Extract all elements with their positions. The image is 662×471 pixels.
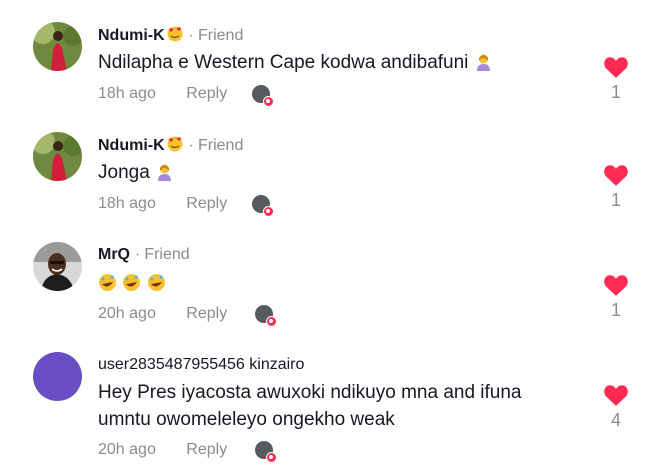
avatar[interactable] — [33, 22, 82, 71]
comment-meta: 18h ago Reply — [98, 85, 227, 103]
reply-button[interactable]: Reply — [186, 441, 227, 458]
creator-liked-badge-icon — [255, 441, 277, 463]
heart-icon[interactable] — [603, 55, 629, 79]
timestamp: 20h ago — [98, 305, 156, 322]
like-button[interactable]: 1 — [601, 273, 631, 321]
comment-text — [98, 270, 568, 297]
rolling-on-floor-laughing-emoji-icon — [98, 273, 117, 292]
creator-liked-badge-icon — [252, 195, 274, 217]
comment-text: Hey Pres iyacosta awuxoki ndikuyo mna an… — [98, 382, 522, 430]
reply-button[interactable]: Reply — [186, 195, 227, 212]
creator-liked-badge-icon — [252, 85, 274, 107]
author-name[interactable]: user2835487955456 — [98, 356, 245, 373]
avatar[interactable] — [33, 132, 82, 181]
comment-header: MrQ · Friend — [98, 246, 190, 264]
smiling-face-with-hearts-emoji-icon — [167, 26, 183, 42]
timestamp: 18h ago — [98, 85, 156, 102]
heart-icon[interactable] — [603, 273, 629, 297]
like-button[interactable]: 4 — [601, 383, 631, 431]
person-gesturing-emoji-icon — [474, 52, 493, 71]
creator-liked-badge-icon — [255, 305, 277, 327]
avatar[interactable] — [33, 242, 82, 291]
author-nickname: kinzairo — [249, 356, 305, 373]
comment-meta: 20h ago Reply — [98, 441, 227, 459]
author-name[interactable]: MrQ — [98, 246, 130, 263]
friend-label: · Friend — [188, 137, 244, 154]
comment-header: Ndumi-K · Friend — [98, 136, 243, 155]
comment-meta: 20h ago Reply — [98, 305, 227, 323]
timestamp: 18h ago — [98, 195, 156, 212]
heart-icon[interactable] — [603, 383, 629, 407]
author-name[interactable]: Ndumi-K — [98, 137, 165, 154]
comment-header: Ndumi-K · Friend — [98, 26, 243, 45]
timestamp: 20h ago — [98, 441, 156, 458]
friend-label: · Friend — [135, 246, 190, 263]
avatar[interactable] — [33, 352, 82, 401]
friend-label: · Friend — [188, 27, 244, 44]
like-count: 1 — [610, 82, 621, 102]
author-name[interactable]: Ndumi-K — [98, 27, 165, 44]
comment-meta: 18h ago Reply — [98, 195, 227, 213]
comment-text: Ndilapha e Western Cape kodwa andibafuni — [98, 49, 568, 76]
comment-header: user2835487955456 kinzairo — [98, 356, 304, 374]
like-button[interactable]: 1 — [601, 55, 631, 103]
like-button[interactable]: 1 — [601, 163, 631, 211]
rolling-on-floor-laughing-emoji-icon — [122, 273, 141, 292]
like-count: 1 — [610, 300, 621, 320]
reply-button[interactable]: Reply — [186, 85, 227, 102]
reply-button[interactable]: Reply — [186, 305, 227, 322]
like-count: 4 — [610, 410, 621, 430]
like-count: 1 — [610, 190, 621, 210]
comment-text: Jonga — [98, 159, 568, 186]
smiling-face-with-hearts-emoji-icon — [167, 136, 183, 152]
heart-icon[interactable] — [603, 163, 629, 187]
rolling-on-floor-laughing-emoji-icon — [147, 273, 166, 292]
person-gesturing-emoji-icon — [155, 162, 174, 181]
